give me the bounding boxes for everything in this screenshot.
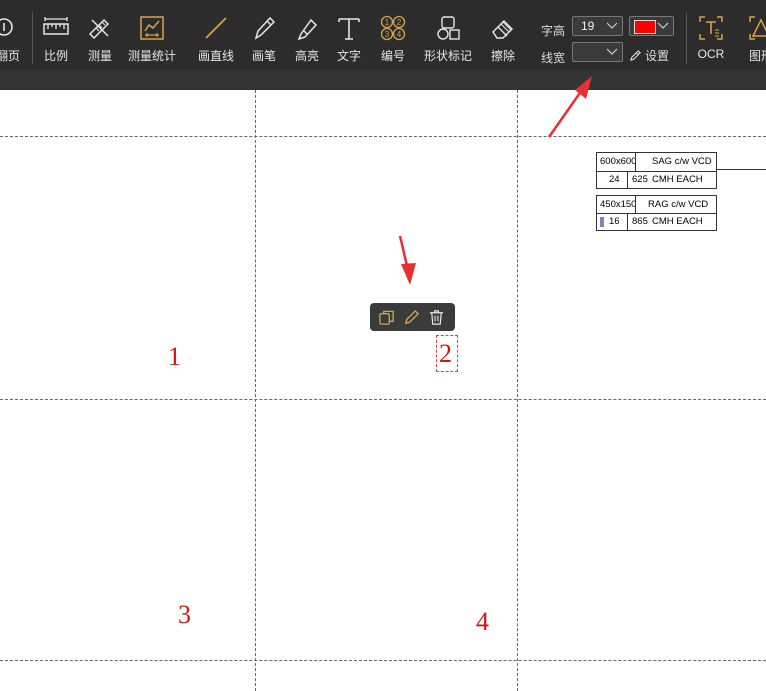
copy-icon: [379, 310, 394, 325]
grid-line-vertical: [255, 90, 256, 691]
measure-icon: [88, 18, 110, 40]
annotation-action-bar: [370, 303, 455, 331]
shape-icon: [749, 16, 766, 40]
leader-line: [717, 169, 766, 170]
tool-numbering[interactable]: 1 2 3 4 编号: [379, 14, 407, 66]
annotation-toolbar: 翻页 比例 测量 测量统计 画直线 画笔 高亮 文字 1 2 3 4 编号 形状…: [0, 0, 766, 90]
line-icon: [205, 17, 227, 39]
tool-highlight[interactable]: 高亮: [293, 14, 321, 66]
trash-icon: [429, 309, 444, 325]
edit-button[interactable]: [403, 309, 420, 326]
font-size-label: 字高: [541, 24, 566, 38]
color-select[interactable]: [629, 16, 674, 36]
svg-text:4: 4: [397, 30, 402, 39]
chevron-down-icon: [657, 22, 669, 29]
eraser-icon: [492, 19, 514, 39]
font-size-select[interactable]: 19: [572, 16, 623, 36]
ocr-icon: [699, 16, 723, 40]
page-turn-icon: [0, 18, 13, 36]
tool-pen[interactable]: 画笔: [250, 14, 278, 66]
shape-mark-icon: [437, 16, 460, 40]
line-width-select[interactable]: [572, 42, 623, 62]
numbering-icon: 1 2 3 4: [380, 15, 406, 41]
tool-scale[interactable]: 比例: [42, 14, 70, 66]
chevron-down-icon: [606, 22, 618, 29]
svg-text:1: 1: [385, 18, 390, 27]
settings-button[interactable]: 设置: [629, 47, 669, 64]
grid-line-vertical: [517, 90, 518, 691]
tool-page-turn[interactable]: 翻页: [0, 14, 22, 66]
tool-line[interactable]: 画直线: [196, 14, 236, 66]
toolbar-bottom-strip: [0, 70, 766, 90]
toolbar-separator: [686, 12, 687, 64]
annotation-number-2[interactable]: 2: [439, 339, 452, 369]
grid-line-horizontal: [0, 136, 766, 137]
grid-line-horizontal: [0, 399, 766, 400]
delete-button[interactable]: [428, 309, 445, 326]
pen-icon: [254, 16, 276, 40]
text-icon: [338, 18, 360, 40]
tool-shape[interactable]: 图形: [741, 14, 766, 66]
chevron-down-icon: [606, 48, 618, 55]
line-width-label: 线宽: [541, 51, 566, 65]
ruler-icon: [43, 17, 69, 35]
color-swatch: [634, 20, 656, 34]
settings-brush-icon: [629, 50, 641, 62]
annotation-number-3[interactable]: 3: [178, 600, 191, 630]
copy-button[interactable]: [378, 309, 395, 326]
tool-measure[interactable]: 测量: [86, 14, 114, 66]
grid-line-horizontal: [0, 660, 766, 661]
toolbar-separator: [32, 12, 33, 64]
tool-eraser[interactable]: 擦除: [489, 14, 517, 66]
tool-ocr[interactable]: OCR: [697, 14, 725, 66]
tool-text[interactable]: 文字: [335, 14, 363, 66]
pencil-edit-icon: [404, 309, 420, 324]
svg-text:3: 3: [385, 30, 390, 39]
annotation-number-4[interactable]: 4: [476, 607, 489, 637]
drawing-table-1: 600x600 SAG c/w VCD 24 625 CMH EACH: [596, 152, 717, 189]
measure-stats-icon: [140, 16, 164, 40]
drawing-table-2: 450x150 RAG c/w VCD 16 865 CMH EACH: [596, 195, 717, 231]
tool-shape-mark[interactable]: 形状标记: [422, 14, 474, 66]
svg-text:2: 2: [397, 18, 402, 27]
drawing-canvas[interactable]: 600x600 SAG c/w VCD 24 625 CMH EACH 450x…: [0, 90, 766, 691]
highlighter-icon: [297, 18, 318, 41]
tool-measure-stats[interactable]: 测量统计: [128, 14, 176, 66]
annotation-number-1[interactable]: 1: [168, 342, 181, 372]
